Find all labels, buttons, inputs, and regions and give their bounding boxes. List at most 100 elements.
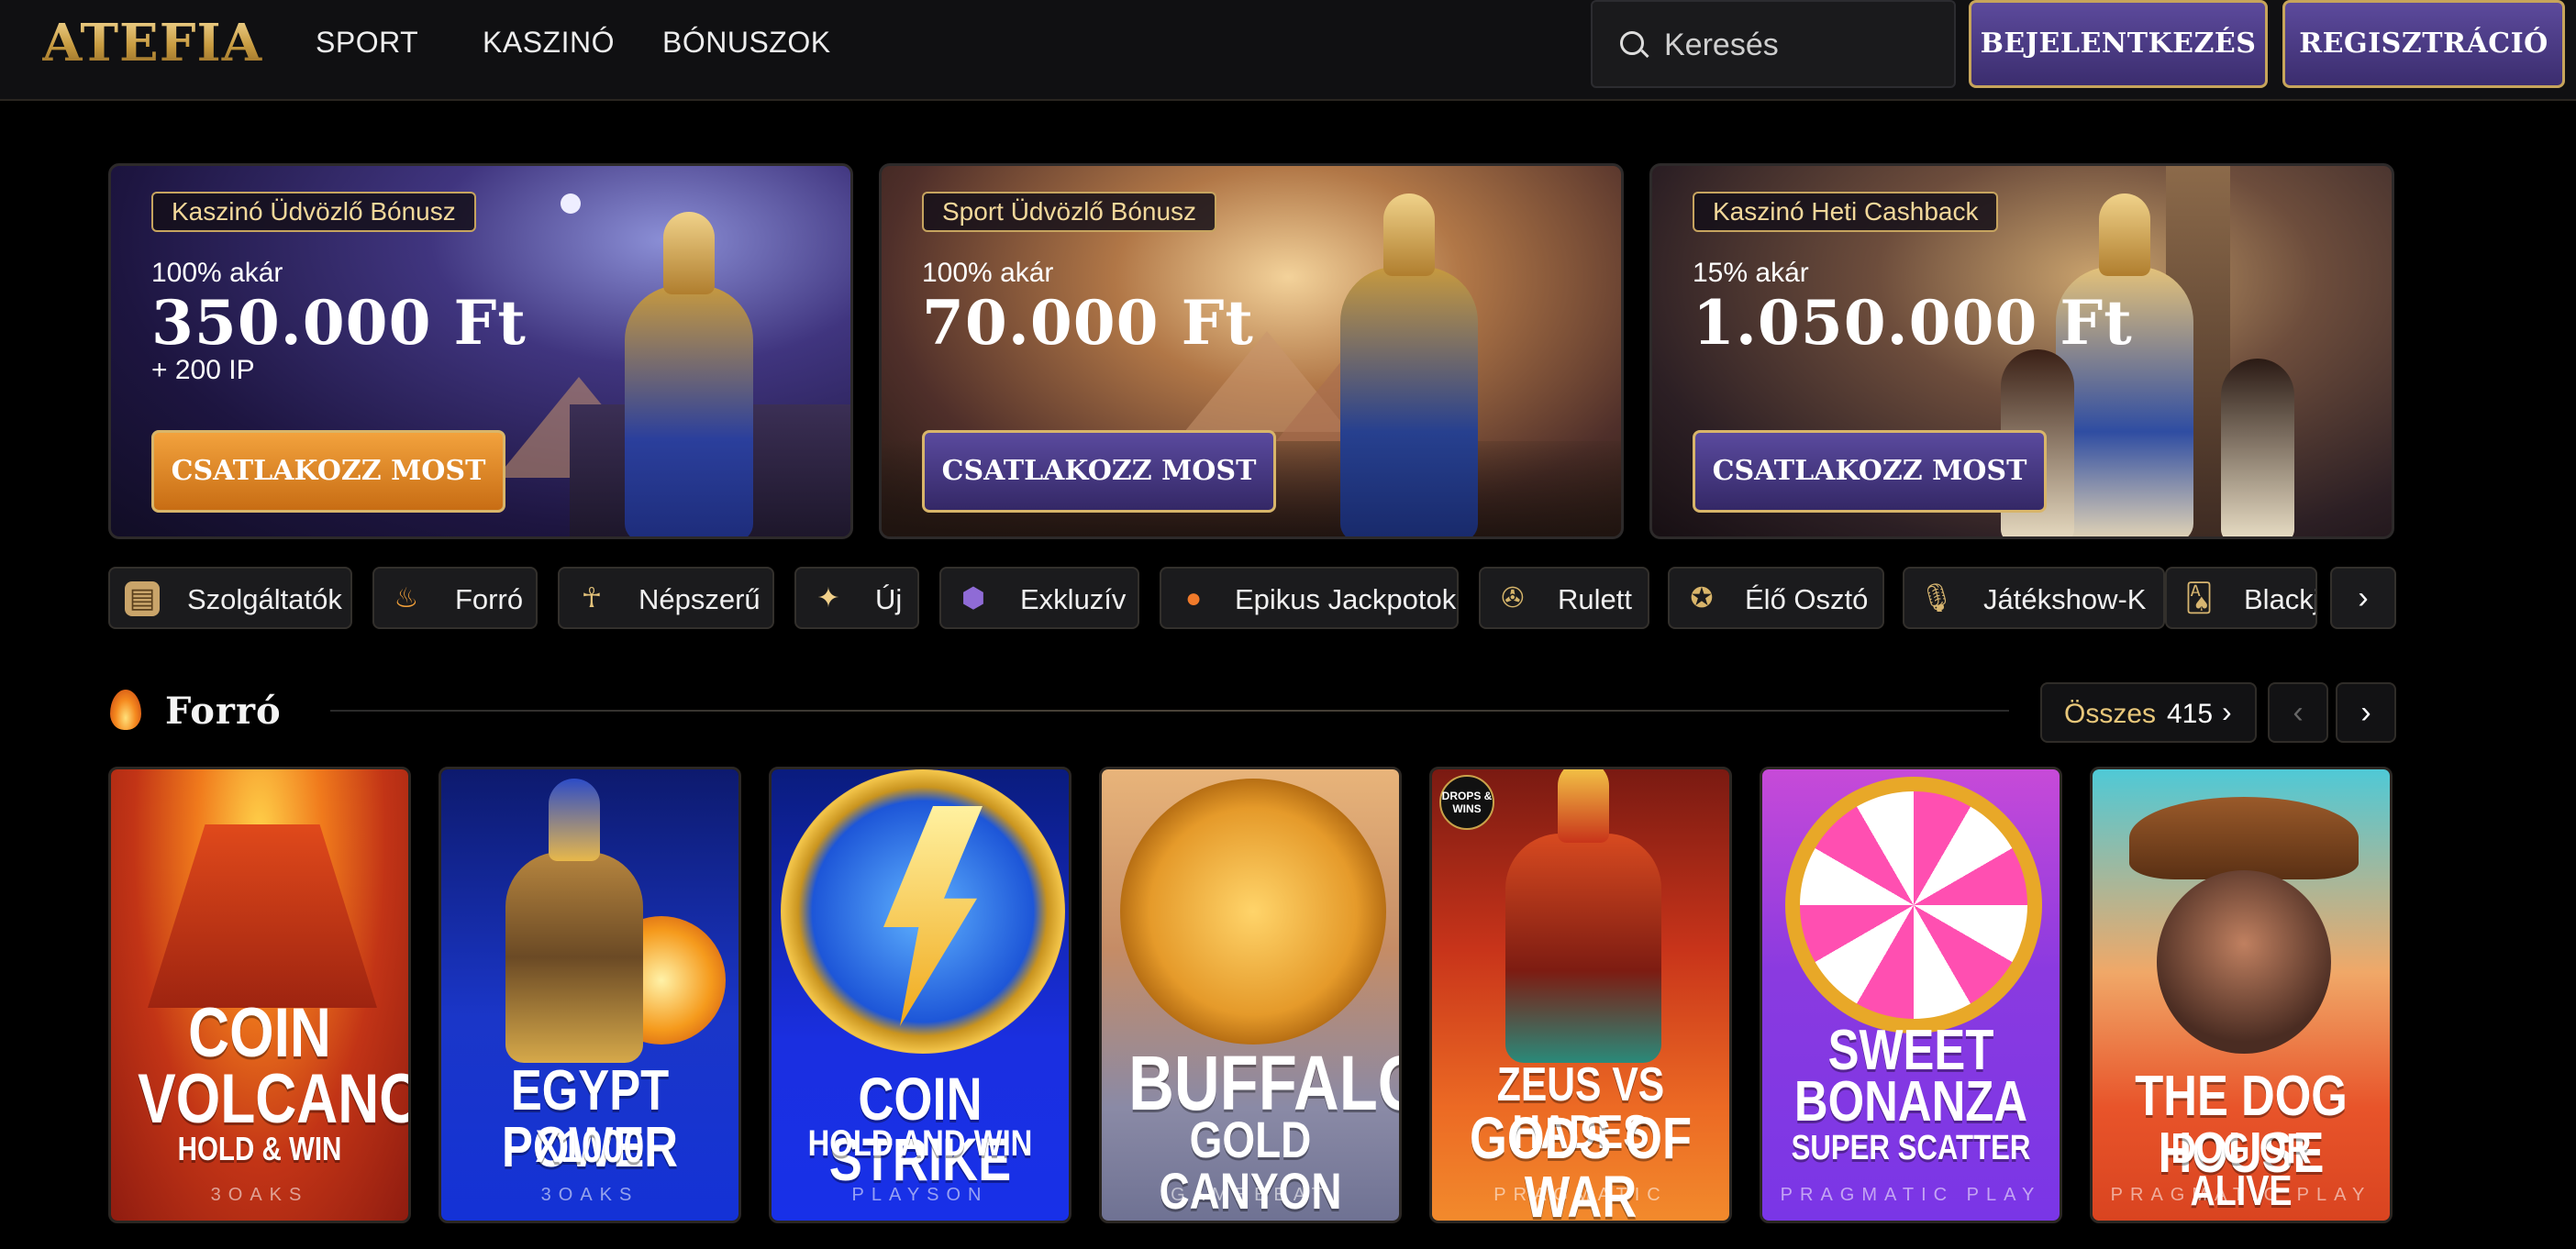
- category-label: Népszerű: [638, 583, 761, 615]
- category-jatekshow[interactable]: 🎙 Játékshow-K: [1903, 567, 2165, 629]
- category-epikus-jackpotok[interactable]: ● Epikus Jackpotok: [1160, 567, 1459, 629]
- game-title: BONANZA: [1793, 1070, 2028, 1133]
- cowboy-hat-art: [2129, 797, 2359, 879]
- game-subtitle: HOLD & WIN: [177, 1130, 342, 1167]
- game-subtitle: GODS OF WAR: [1469, 1105, 1693, 1223]
- game-provider: PRAGMATIC PLAY: [2110, 1185, 2372, 1205]
- cards-icon: 🂡: [2184, 583, 2214, 613]
- category-blackjack[interactable]: 🂡 Blackj: [2165, 567, 2317, 629]
- top-header: ATEFIA SPORT KASZINÓ BÓNUSZOK Keresés BE…: [0, 0, 2576, 101]
- banner-prefix: 100% akár: [922, 258, 1054, 288]
- game-subtitle: X1000: [535, 1121, 645, 1172]
- join-now-button[interactable]: CSATLAKOZZ MOST: [151, 430, 505, 513]
- game-subtitle: HOLD AND WIN: [807, 1123, 1033, 1164]
- game-provider: PRAGMATIC PLAY: [1780, 1185, 2042, 1205]
- banner-tag: Kaszinó Heti Cashback: [1693, 192, 1999, 232]
- chevron-right-icon: ›: [2358, 580, 2369, 615]
- drops-wins-badge: DROPS & WINS: [1439, 775, 1494, 830]
- category-label: Rulett: [1558, 583, 1632, 615]
- atefia-logo[interactable]: ATEFIA: [42, 13, 262, 73]
- game-card-egypt-power[interactable]: EGYPT POWER X1000 3OAKS: [439, 767, 741, 1223]
- mask-icon: ☥: [581, 583, 603, 613]
- nav-kaszino[interactable]: KASZINÓ: [483, 26, 615, 60]
- pharaoh-art: [1340, 193, 1478, 536]
- category-label: Blackj: [2244, 583, 2317, 615]
- sparkle-icon: ✦: [816, 583, 840, 613]
- game-card-coin-strike[interactable]: COIN STRIKE HOLD AND WIN PLAYSON: [769, 767, 1071, 1223]
- banner-prefix: 15% akár: [1693, 258, 1809, 288]
- view-all-button[interactable]: Összes 415 ›: [2040, 682, 2257, 743]
- section-divider: [330, 710, 2009, 712]
- category-label: Új: [875, 583, 903, 615]
- prev-button[interactable]: ‹: [2268, 682, 2328, 743]
- game-provider: PLAYSON: [851, 1185, 989, 1205]
- banner-tag: Sport Üdvözlő Bónusz: [922, 192, 1217, 232]
- category-label: Játékshow-K: [1983, 583, 2147, 615]
- register-button[interactable]: REGISZTRÁCIÓ: [2282, 0, 2565, 88]
- banner-casino-welcome[interactable]: Kaszinó Üdvözlő Bónusz 100% akár 350.000…: [108, 163, 853, 539]
- hades-art: [1505, 769, 1661, 1063]
- category-rulett[interactable]: ✇ Rulett: [1479, 567, 1649, 629]
- pharaoh-art: [505, 779, 643, 1063]
- category-szolgaltatok[interactable]: ▤ Szolgáltatók: [108, 567, 352, 629]
- game-card-coin-volcano[interactable]: COIN VOLCANO HOLD & WIN 3OAKS: [108, 767, 411, 1223]
- search-placeholder: Keresés: [1664, 28, 1779, 62]
- category-label: Szolgáltatók: [187, 583, 342, 615]
- category-uj[interactable]: ✦ Új: [794, 567, 919, 629]
- category-elo-oszto[interactable]: ✪ Élő Osztó: [1668, 567, 1884, 629]
- pharaoh-art: [625, 212, 753, 536]
- game-subtitle: SUPER SCATTER: [1791, 1129, 2031, 1167]
- game-card-zeus-vs-hades[interactable]: DROPS & WINS ZEUS VS HADES GODS OF WAR P…: [1429, 767, 1732, 1223]
- game-card-dog-house[interactable]: THE DOG HOUSE DOG OR ALIVE PRAGMATIC PLA…: [2090, 767, 2393, 1223]
- category-label: Epikus Jackpotok: [1235, 583, 1457, 615]
- moon-art: [561, 193, 581, 214]
- join-now-button[interactable]: CSATLAKOZZ MOST: [1693, 430, 2047, 513]
- section-title: Forró: [165, 690, 282, 733]
- category-nepszeru[interactable]: ☥ Népszerű: [558, 567, 774, 629]
- candy-art: [1785, 777, 2042, 1033]
- banner-amount: 350.000 Ft: [151, 287, 527, 359]
- dog-art: [2157, 870, 2331, 1054]
- game-provider: 3OAKS: [540, 1185, 639, 1205]
- category-next-button[interactable]: ›: [2330, 567, 2396, 629]
- chevron-left-icon: ‹: [2293, 695, 2304, 730]
- banner-sport-welcome[interactable]: Sport Üdvözlő Bónusz 100% akár 70.000 Ft…: [879, 163, 1624, 539]
- scroll-icon: ▤: [125, 581, 160, 616]
- game-card-buffalo-gold-canyon[interactable]: BUFFALO GOLD CANYON GAMEBEAT: [1099, 767, 1402, 1223]
- chevron-right-icon: ›: [2360, 695, 2371, 730]
- roulette-icon: ✇: [1501, 583, 1525, 613]
- game-title: VOLCANO: [138, 1060, 411, 1138]
- gem-icon: ⬢: [960, 583, 986, 613]
- nav-bonuszok[interactable]: BÓNUSZOK: [662, 26, 831, 60]
- search-input[interactable]: Keresés: [1591, 0, 1956, 88]
- category-label: Élő Osztó: [1745, 583, 1869, 615]
- banner-extra: + 200 IP: [151, 355, 255, 385]
- banner-amount: 1.050.000 Ft: [1693, 287, 2133, 359]
- next-button[interactable]: ›: [2336, 682, 2396, 743]
- view-all-label: Összes: [2064, 699, 2157, 729]
- microphone-icon: 🎙: [1919, 583, 1955, 613]
- login-button[interactable]: BEJELENTKEZÉS: [1969, 0, 2268, 88]
- flame-icon: [110, 690, 141, 730]
- fire-coin-icon: ●: [1184, 583, 1203, 613]
- category-label: Forró: [455, 583, 524, 615]
- search-icon: [1620, 31, 1644, 55]
- star-chip-icon: ✪: [1690, 583, 1714, 613]
- nav-sport[interactable]: SPORT: [316, 26, 418, 60]
- flame-icon: ♨: [394, 583, 419, 613]
- banner-amount: 70.000 Ft: [922, 287, 1254, 359]
- chevron-right-icon: ›: [2222, 695, 2232, 728]
- game-title: COIN: [188, 994, 331, 1072]
- category-forro[interactable]: ♨ Forró: [372, 567, 538, 629]
- dancer-art: [2221, 359, 2294, 536]
- game-provider: PRAGMATIC: [1493, 1185, 1668, 1205]
- banner-casino-cashback[interactable]: Kaszinó Heti Cashback 15% akár 1.050.000…: [1649, 163, 2394, 539]
- join-now-button[interactable]: CSATLAKOZZ MOST: [922, 430, 1276, 513]
- game-provider: 3OAKS: [210, 1185, 309, 1205]
- banner-prefix: 100% akár: [151, 258, 283, 288]
- game-provider: GAMEBEAT: [1171, 1185, 1330, 1205]
- category-label: Exkluzív: [1020, 583, 1127, 615]
- game-card-sweet-bonanza[interactable]: SWEET BONANZA SUPER SCATTER PRAGMATIC PL…: [1760, 767, 2062, 1223]
- category-exkluziv[interactable]: ⬢ Exkluzív: [939, 567, 1139, 629]
- banner-tag: Kaszinó Üdvözlő Bónusz: [151, 192, 476, 232]
